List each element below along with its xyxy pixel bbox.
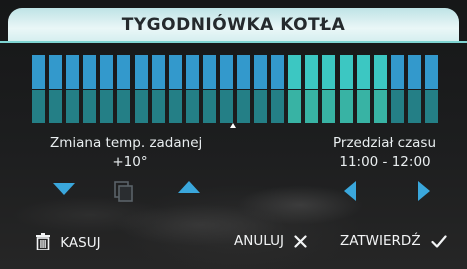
schedule-bar[interactable] [202,55,216,123]
schedule-bar-bottom [168,90,182,123]
schedule-bar-chart[interactable] [30,55,440,123]
page-title: TYGODNIÓWKA KOTŁA [121,15,346,35]
schedule-bar-bottom [288,90,302,123]
schedule-bar-top [100,55,114,89]
schedule-bar-bottom [100,90,114,123]
schedule-bar[interactable] [168,55,182,123]
schedule-bar-top [32,55,46,89]
schedule-bar[interactable] [356,55,370,123]
schedule-bar-top [83,55,97,89]
schedule-bar-bottom [66,90,80,123]
schedule-bar-top [407,55,421,89]
schedule-bar[interactable] [134,55,148,123]
schedule-bar-bottom [305,90,319,123]
confirm-button[interactable]: ZATWIERDŹ [340,233,447,253]
current-time-marker [230,123,236,128]
time-range-label: Przedział czasu [333,135,437,151]
schedule-bar[interactable] [373,55,387,123]
triangle-left-icon[interactable] [344,181,356,201]
schedule-bar-bottom [83,90,97,123]
schedule-bar-top [185,55,199,89]
schedule-bar[interactable] [151,55,165,123]
header: TYGODNIÓWKA KOTŁA [0,0,467,43]
schedule-bar-bottom [237,90,251,123]
schedule-bar[interactable] [117,55,131,123]
schedule-bar-top [134,55,148,89]
schedule-bar-top [49,55,63,89]
schedule-bar-top [305,55,319,89]
confirm-label: ZATWIERDŹ [340,233,421,249]
schedule-bar-top [151,55,165,89]
schedule-bar[interactable] [407,55,421,123]
schedule-bar-bottom [32,90,46,123]
schedule-bar-top [219,55,233,89]
schedule-bar[interactable] [83,55,97,123]
schedule-bar-top [373,55,387,89]
schedule-bar-bottom [322,90,336,123]
schedule-bar-bottom [117,90,131,123]
triangle-up-icon[interactable] [178,181,200,193]
schedule-bar-top [322,55,336,89]
schedule-bar[interactable] [49,55,63,123]
schedule-bar-top [424,55,438,89]
schedule-bar-bottom [151,90,165,123]
schedule-bar-top [202,55,216,89]
schedule-bar-bottom [424,90,438,123]
schedule-bar[interactable] [390,55,404,123]
schedule-bar-top [237,55,251,89]
triangle-right-icon[interactable] [418,181,430,201]
trash-icon [36,233,54,251]
schedule-bar[interactable] [219,55,233,123]
clear-label: KASUJ [60,235,101,251]
clear-button[interactable]: KASUJ [36,233,101,253]
schedule-bar-top [390,55,404,89]
schedule-bar[interactable] [271,55,285,123]
schedule-bar-bottom [373,90,387,123]
checkmark-icon [431,233,447,249]
schedule-bar[interactable] [32,55,46,123]
schedule-bar-bottom [356,90,370,123]
schedule-bar[interactable] [305,55,319,123]
schedule-bar[interactable] [237,55,251,123]
schedule-bar-top [356,55,370,89]
triangle-down-icon[interactable] [53,183,75,195]
schedule-bar-top [117,55,131,89]
close-icon [294,233,307,249]
schedule-bar-top [288,55,302,89]
schedule-bar-top [271,55,285,89]
cancel-button[interactable]: ANULUJ [234,233,307,253]
boiler-schedule-screen: TYGODNIÓWKA KOTŁA Zmiana temp. zadanej +… [0,0,467,269]
schedule-bar[interactable] [424,55,438,123]
schedule-bar-bottom [219,90,233,123]
temperature-change-value: +10° [112,154,148,170]
schedule-bar-top [339,55,353,89]
schedule-bar-bottom [202,90,216,123]
schedule-bar-bottom [339,90,353,123]
schedule-bar[interactable] [339,55,353,123]
schedule-bar-top [66,55,80,89]
schedule-bar[interactable] [185,55,199,123]
schedule-bar-bottom [271,90,285,123]
schedule-bar-bottom [185,90,199,123]
copy-icon[interactable] [114,181,134,203]
schedule-bar[interactable] [254,55,268,123]
schedule-bar-bottom [407,90,421,123]
schedule-bar-bottom [49,90,63,123]
schedule-bar-bottom [390,90,404,123]
time-range-value: 11:00 - 12:00 [339,154,431,170]
schedule-bar[interactable] [100,55,114,123]
cancel-label: ANULUJ [234,233,284,249]
temperature-change-label: Zmiana temp. zadanej [50,135,203,151]
schedule-bar[interactable] [288,55,302,123]
schedule-bar[interactable] [322,55,336,123]
schedule-bar-bottom [134,90,148,123]
schedule-bar[interactable] [66,55,80,123]
schedule-bar-top [168,55,182,89]
schedule-bar-bottom [254,90,268,123]
schedule-bar-top [254,55,268,89]
